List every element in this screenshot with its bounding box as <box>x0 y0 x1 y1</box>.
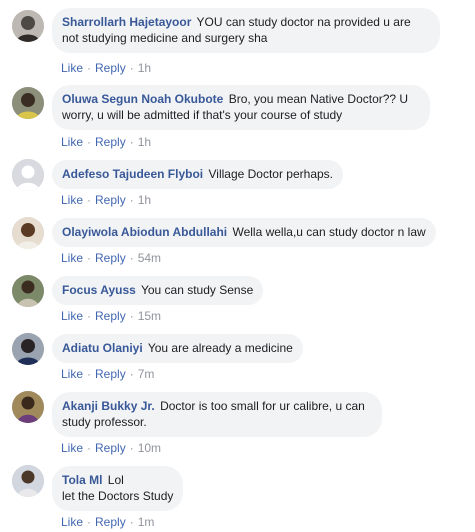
reply-link[interactable]: Reply <box>95 309 126 323</box>
reply-link[interactable]: Reply <box>95 251 126 265</box>
avatar[interactable] <box>12 333 44 365</box>
comment-author[interactable]: Adefeso Tajudeen Flyboi <box>62 167 203 181</box>
comment-bubble: Oluwa Segun Noah Okubote Bro, you mean N… <box>52 85 430 130</box>
comment-actions: Like · Reply · 7m <box>61 367 154 381</box>
comment-timestamp[interactable]: 15m <box>138 309 161 323</box>
comment-bubble: Adefeso Tajudeen Flyboi Village Doctor p… <box>52 160 344 189</box>
avatar[interactable] <box>12 159 44 191</box>
reply-link[interactable]: Reply <box>95 193 126 207</box>
like-link[interactable]: Like <box>61 193 83 207</box>
separator-dot: · <box>87 515 92 529</box>
profile-photo-icon <box>12 333 44 365</box>
avatar[interactable] <box>12 275 44 307</box>
like-link[interactable]: Like <box>61 251 83 265</box>
comment-timestamp[interactable]: 1m <box>138 515 155 529</box>
comment-timestamp[interactable]: 1h <box>138 193 151 207</box>
comment-author[interactable]: Akanji Bukky Jr. <box>62 399 155 413</box>
comment-timestamp[interactable]: 1h <box>138 61 151 75</box>
separator-dot: · <box>129 367 134 381</box>
comment-author[interactable]: Oluwa Segun Noah Okubote <box>62 92 223 106</box>
reply-link[interactable]: Reply <box>95 135 126 149</box>
profile-photo-icon <box>12 465 44 497</box>
separator-dot: · <box>129 441 134 455</box>
comment-text-line: let the Doctors Study <box>62 489 174 503</box>
comment-author[interactable]: Adiatu Olaniyi <box>62 341 143 355</box>
comment-text: You can study Sense <box>140 283 254 297</box>
comment-bubble: Akanji Bukky Jr. Doctor is too small for… <box>52 392 382 437</box>
comment-timestamp[interactable]: 1h <box>138 135 151 149</box>
comment-actions: Like · Reply · 15m <box>61 309 161 323</box>
comment-timestamp[interactable]: 7m <box>138 367 155 381</box>
separator-dot: · <box>87 367 92 381</box>
profile-photo-icon <box>12 87 44 119</box>
comment-text: Village Doctor perhaps. <box>208 167 334 181</box>
like-link[interactable]: Like <box>61 309 83 323</box>
separator-dot: · <box>87 309 92 323</box>
reply-link[interactable]: Reply <box>95 61 126 75</box>
separator-dot: · <box>87 193 92 207</box>
separator-dot: · <box>129 309 134 323</box>
comment-timestamp[interactable]: 54m <box>138 251 161 265</box>
comment-author[interactable]: Focus Ayuss <box>62 283 136 297</box>
comment-bubble: Tola Ml Lol let the Doctors Study <box>52 466 184 511</box>
comment-author[interactable]: Olayiwola Abiodun Abdullahi <box>62 225 227 239</box>
comment-actions: Like · Reply · 1h <box>61 193 151 207</box>
separator-dot: · <box>87 135 92 149</box>
comment-bubble: Sharrollarh Hajetayoor YOU can study doc… <box>52 8 440 53</box>
comment-text: Wella wella,u can study doctor n law <box>232 225 426 239</box>
comment-actions: Like · Reply · 1m <box>61 515 154 529</box>
separator-dot: · <box>87 441 92 455</box>
reply-link[interactable]: Reply <box>95 515 126 529</box>
comment-actions: Like · Reply · 54m <box>61 251 161 265</box>
like-link[interactable]: Like <box>61 135 83 149</box>
separator-dot: · <box>87 251 92 265</box>
separator-dot: · <box>129 193 134 207</box>
comment-actions: Like · Reply · 1h <box>61 135 151 149</box>
comment-actions: Like · Reply · 1h <box>61 61 151 75</box>
comment-text: You are already a medicine <box>147 341 293 355</box>
avatar[interactable] <box>12 87 44 119</box>
separator-dot: · <box>87 61 92 75</box>
separator-dot: · <box>129 61 134 75</box>
profile-photo-icon <box>12 10 44 42</box>
comment-author[interactable]: Sharrollarh Hajetayoor <box>62 15 191 29</box>
avatar[interactable] <box>12 10 44 42</box>
comment-timestamp[interactable]: 10m <box>138 441 161 455</box>
avatar[interactable] <box>12 391 44 423</box>
avatar[interactable] <box>12 465 44 497</box>
avatar[interactable] <box>12 217 44 249</box>
like-link[interactable]: Like <box>61 515 83 529</box>
comment-bubble: Focus Ayuss You can study Sense <box>52 276 264 305</box>
comment-actions: Like · Reply · 10m <box>61 441 161 455</box>
comment-author[interactable]: Tola Ml <box>62 473 102 487</box>
profile-photo-icon <box>12 217 44 249</box>
reply-link[interactable]: Reply <box>95 441 126 455</box>
profile-photo-icon <box>12 275 44 307</box>
comment-bubble: Olayiwola Abiodun Abdullahi Wella wella,… <box>52 218 436 247</box>
like-link[interactable]: Like <box>61 441 83 455</box>
separator-dot: · <box>129 251 134 265</box>
reply-link[interactable]: Reply <box>95 367 126 381</box>
like-link[interactable]: Like <box>61 367 83 381</box>
profile-photo-icon <box>12 391 44 423</box>
separator-dot: · <box>129 135 134 149</box>
default-avatar-icon <box>12 159 44 191</box>
like-link[interactable]: Like <box>61 61 83 75</box>
separator-dot: · <box>129 515 134 529</box>
comment-bubble: Adiatu Olaniyi You are already a medicin… <box>52 334 303 363</box>
comment-text-line: Lol <box>107 473 124 487</box>
